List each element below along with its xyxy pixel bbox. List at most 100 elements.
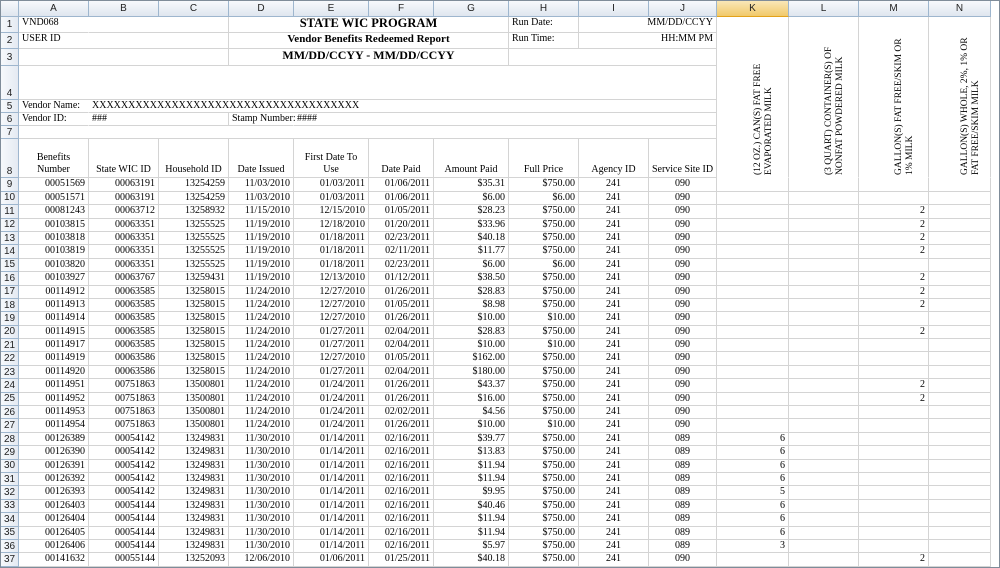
m-quantity-cell[interactable] [859, 365, 929, 380]
m-quantity-cell[interactable] [859, 191, 929, 206]
l-quantity-cell[interactable] [789, 486, 859, 500]
row-header[interactable]: 4 [1, 66, 19, 100]
k-quantity-cell[interactable] [717, 419, 789, 433]
benefits-number-cell[interactable]: 00114952 [19, 392, 89, 407]
state-wic-id-cell[interactable]: 00063191 [89, 191, 159, 206]
service-site-id-cell[interactable]: 090 [649, 312, 717, 326]
state-wic-id-cell[interactable]: 00063586 [89, 352, 159, 366]
col-full-price[interactable]: Full Price [509, 139, 579, 179]
empty-row[interactable] [19, 66, 717, 100]
column-header-m[interactable]: M [859, 1, 929, 17]
header-k-cell[interactable]: (12 OZ.) CAN(S) FAT FREE EVAPORATED MILK [717, 17, 789, 179]
n-quantity-cell[interactable] [929, 406, 991, 420]
row-header[interactable]: 16 [1, 272, 19, 286]
benefits-number-cell[interactable]: 00114919 [19, 352, 89, 366]
n-quantity-cell[interactable] [929, 312, 991, 326]
col-amount-paid[interactable]: Amount Paid [434, 139, 509, 179]
date-paid-cell[interactable]: 02/02/2011 [369, 406, 434, 420]
n-quantity-cell[interactable] [929, 486, 991, 500]
date-paid-cell[interactable]: 02/23/2011 [369, 258, 434, 273]
household-id-cell[interactable]: 13258015 [159, 325, 229, 340]
agency-id-cell[interactable]: 241 [579, 245, 649, 259]
column-header-n[interactable]: N [929, 1, 991, 17]
row-header[interactable]: 37 [1, 553, 19, 567]
first-date-cell[interactable]: 01/24/2011 [294, 379, 369, 393]
service-site-id-cell[interactable]: 089 [649, 459, 717, 473]
service-site-id-cell[interactable]: 090 [649, 339, 717, 353]
state-wic-id-cell[interactable]: 00751863 [89, 392, 159, 407]
run-time-label[interactable]: Run Time: [509, 33, 579, 49]
state-wic-id-cell[interactable]: 00063585 [89, 298, 159, 313]
full-price-cell[interactable]: $750.00 [509, 231, 579, 246]
n-quantity-cell[interactable] [929, 339, 991, 353]
l-quantity-cell[interactable] [789, 339, 859, 353]
date-issued-cell[interactable]: 11/19/2010 [229, 245, 294, 259]
k-quantity-cell[interactable]: 6 [717, 459, 789, 473]
date-issued-cell[interactable]: 11/30/2010 [229, 459, 294, 473]
household-id-cell[interactable]: 13500801 [159, 419, 229, 433]
header-n-cell[interactable]: GALLON(S) WHOLE, 2%, 1% OR FAT FREE/SKIM… [929, 17, 991, 179]
row-header[interactable]: 25 [1, 392, 19, 407]
full-price-cell[interactable]: $750.00 [509, 178, 579, 192]
run-date-label[interactable]: Run Date: [509, 17, 579, 33]
n-quantity-cell[interactable] [929, 539, 991, 554]
service-site-id-cell[interactable]: 089 [649, 526, 717, 540]
state-wic-id-cell[interactable]: 00751863 [89, 406, 159, 420]
agency-id-cell[interactable]: 241 [579, 553, 649, 567]
m-quantity-cell[interactable] [859, 406, 929, 420]
benefits-number-cell[interactable]: 00126404 [19, 513, 89, 527]
first-date-cell[interactable]: 01/14/2011 [294, 539, 369, 554]
first-date-cell[interactable]: 01/03/2011 [294, 191, 369, 206]
full-price-cell[interactable]: $750.00 [509, 379, 579, 393]
vendor-id-label[interactable]: Vendor ID: [19, 113, 89, 126]
row-header[interactable]: 29 [1, 446, 19, 460]
agency-id-cell[interactable]: 241 [579, 178, 649, 192]
amount-paid-cell[interactable]: $11.94 [434, 472, 509, 487]
n-quantity-cell[interactable] [929, 526, 991, 540]
row-header[interactable]: 14 [1, 245, 19, 259]
l-quantity-cell[interactable] [789, 553, 859, 567]
k-quantity-cell[interactable]: 6 [717, 513, 789, 527]
state-wic-id-cell[interactable]: 00054144 [89, 513, 159, 527]
household-id-cell[interactable]: 13255525 [159, 218, 229, 232]
agency-id-cell[interactable]: 241 [579, 472, 649, 487]
state-wic-id-cell[interactable]: 00063712 [89, 205, 159, 219]
date-issued-cell[interactable]: 11/24/2010 [229, 339, 294, 353]
amount-paid-cell[interactable]: $162.00 [434, 352, 509, 366]
service-site-id-cell[interactable]: 090 [649, 231, 717, 246]
state-wic-id-cell[interactable]: 00054142 [89, 459, 159, 473]
full-price-cell[interactable]: $10.00 [509, 419, 579, 433]
first-date-cell[interactable]: 01/14/2011 [294, 432, 369, 447]
state-wic-id-cell[interactable]: 00063351 [89, 258, 159, 273]
n-quantity-cell[interactable] [929, 352, 991, 366]
service-site-id-cell[interactable]: 089 [649, 432, 717, 447]
amount-paid-cell[interactable]: $11.94 [434, 459, 509, 473]
m-quantity-cell[interactable] [859, 513, 929, 527]
row-header[interactable]: 7 [1, 126, 19, 139]
vendor-name-value[interactable]: XXXXXXXXXXXXXXXXXXXXXXXXXXXXXXXXXXXXX [89, 100, 717, 113]
household-id-cell[interactable]: 13249831 [159, 539, 229, 554]
agency-id-cell[interactable]: 241 [579, 365, 649, 380]
date-issued-cell[interactable]: 11/30/2010 [229, 499, 294, 514]
agency-id-cell[interactable]: 241 [579, 392, 649, 407]
column-header-k[interactable]: K [717, 1, 789, 17]
k-quantity-cell[interactable] [717, 325, 789, 340]
m-quantity-cell[interactable]: 2 [859, 285, 929, 299]
k-quantity-cell[interactable] [717, 191, 789, 206]
column-header-f[interactable]: F [369, 1, 434, 17]
first-date-cell[interactable]: 01/06/2011 [294, 553, 369, 567]
full-price-cell[interactable]: $750.00 [509, 539, 579, 554]
first-date-cell[interactable]: 01/18/2011 [294, 258, 369, 273]
agency-id-cell[interactable]: 241 [579, 459, 649, 473]
n-quantity-cell[interactable] [929, 325, 991, 340]
benefits-number-cell[interactable]: 00114917 [19, 339, 89, 353]
first-date-cell[interactable]: 01/14/2011 [294, 446, 369, 460]
date-issued-cell[interactable]: 11/30/2010 [229, 472, 294, 487]
column-header-c[interactable]: C [159, 1, 229, 17]
benefits-number-cell[interactable]: 00126406 [19, 539, 89, 554]
n-quantity-cell[interactable] [929, 365, 991, 380]
first-date-cell[interactable]: 01/14/2011 [294, 459, 369, 473]
m-quantity-cell[interactable] [859, 539, 929, 554]
benefits-number-cell[interactable]: 00114913 [19, 298, 89, 313]
first-date-cell[interactable]: 01/27/2011 [294, 325, 369, 340]
